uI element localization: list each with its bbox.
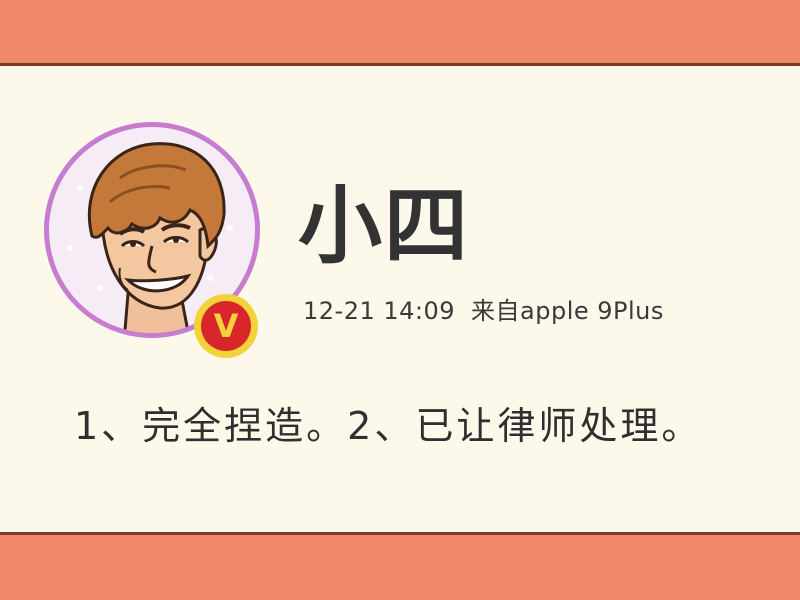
bottom-decorative-band — [0, 532, 800, 600]
verified-badge: V — [193, 293, 259, 359]
post-meta: 12-21 14:09 来自apple 9Plus — [303, 296, 664, 326]
top-decorative-band — [0, 0, 800, 66]
svg-text:V: V — [214, 307, 239, 345]
verified-v-icon: V — [194, 294, 258, 358]
post-source[interactable]: 来自apple 9Plus — [471, 297, 664, 325]
post-timestamp: 12-21 14:09 — [303, 297, 456, 325]
username[interactable]: 小四 — [298, 176, 470, 276]
post-text: 1、完全捏造。2、已让律师处理。 — [74, 404, 703, 448]
